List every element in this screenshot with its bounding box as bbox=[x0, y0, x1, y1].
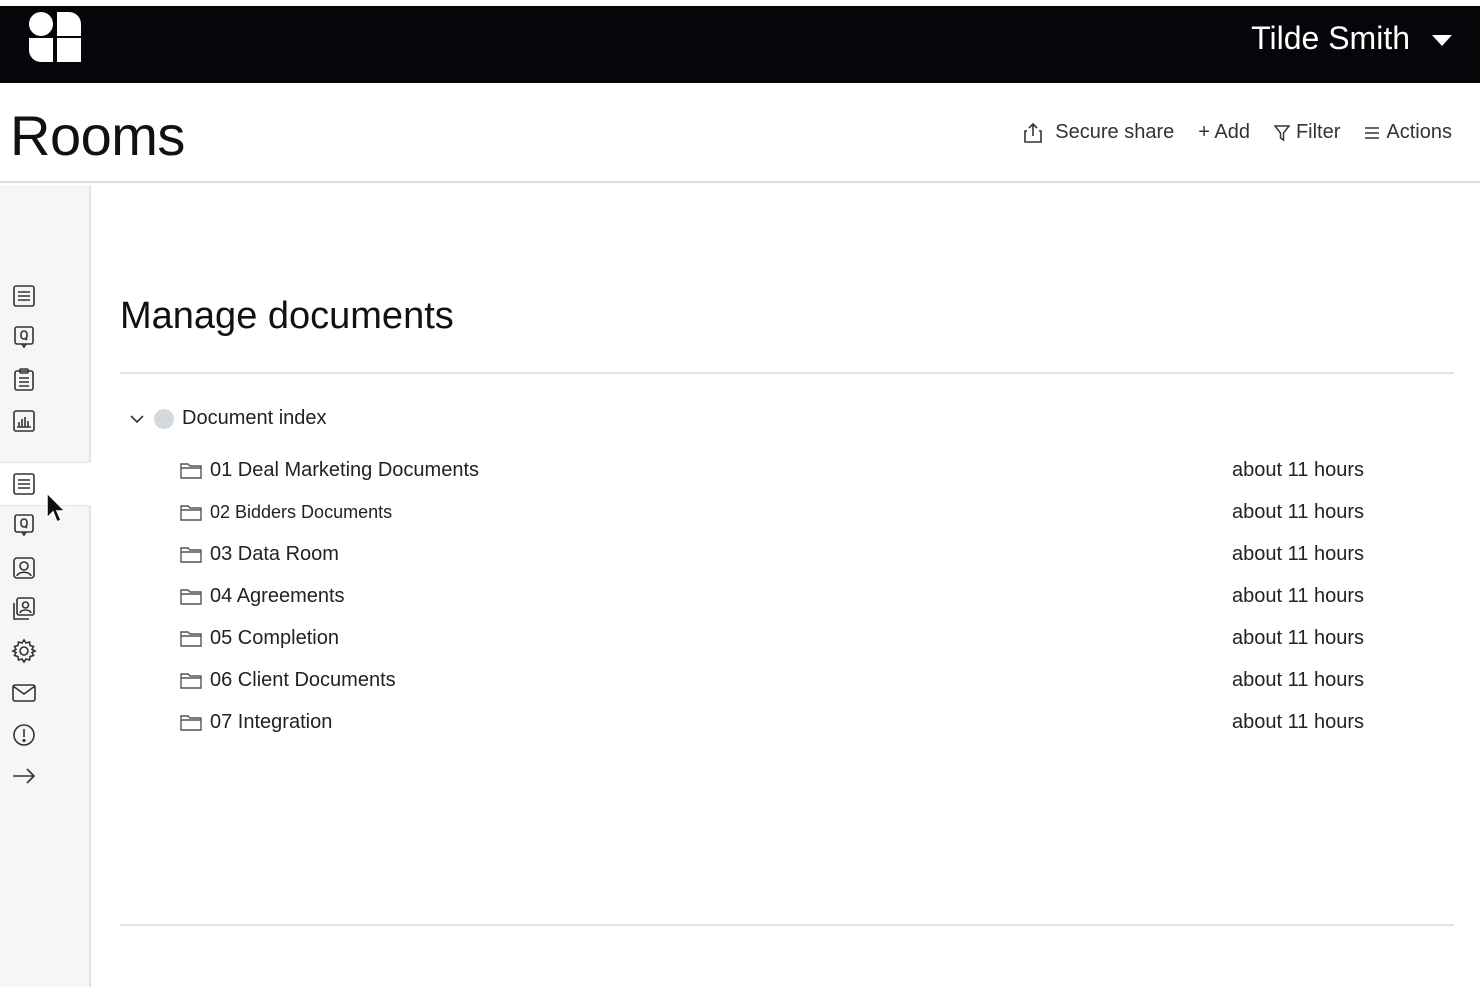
folder-name: 03 Data Room bbox=[210, 542, 339, 565]
folder-row[interactable]: 05 Completion about 11 hours bbox=[180, 620, 1364, 656]
folder-updated: about 11 hours bbox=[1232, 542, 1364, 565]
folder-icon bbox=[180, 505, 202, 521]
folder-icon bbox=[180, 589, 202, 605]
folder-updated: about 11 hours bbox=[1232, 500, 1364, 523]
chart-icon[interactable] bbox=[11, 408, 37, 434]
folder-icon bbox=[180, 673, 202, 689]
add-label: + Add bbox=[1198, 121, 1250, 143]
user-menu[interactable]: Tilde Smith bbox=[1251, 20, 1452, 57]
contacts-icon[interactable] bbox=[11, 596, 37, 622]
folder-row[interactable]: 03 Data Room about 11 hours bbox=[180, 536, 1364, 572]
folder-updated: about 11 hours bbox=[1232, 584, 1364, 607]
folder-row[interactable]: 01 Deal Marketing Documents about 11 hou… bbox=[180, 452, 1364, 488]
secure-share-label: Secure share bbox=[1055, 121, 1175, 143]
divider bbox=[120, 372, 1454, 374]
list-icon[interactable] bbox=[11, 283, 37, 309]
folder-updated: about 11 hours bbox=[1232, 710, 1364, 733]
folder-row[interactable]: 02 Bidders Documents about 11 hours bbox=[180, 494, 1364, 530]
gear-icon[interactable] bbox=[11, 638, 37, 664]
caret-down-icon bbox=[1432, 34, 1452, 46]
section-title: Manage documents bbox=[120, 295, 454, 337]
folder-updated: about 11 hours bbox=[1232, 668, 1364, 691]
folder-updated: about 11 hours bbox=[1232, 626, 1364, 649]
question-icon[interactable] bbox=[11, 324, 37, 350]
chevron-down-icon bbox=[130, 414, 144, 423]
filter-button[interactable]: Filter bbox=[1273, 121, 1341, 144]
menu-lines-icon bbox=[1365, 126, 1380, 139]
main-content: Manage documents Document index 01 Deal … bbox=[120, 185, 1454, 987]
clipboard-icon[interactable] bbox=[11, 367, 37, 393]
sidebar bbox=[0, 185, 91, 987]
actions-button[interactable]: Actions bbox=[1364, 121, 1452, 144]
page-title: Rooms bbox=[10, 104, 185, 167]
contact-icon[interactable] bbox=[11, 555, 37, 581]
brand-logo-icon[interactable] bbox=[26, 8, 84, 66]
document-index-label: Document index bbox=[182, 407, 327, 429]
folder-row[interactable]: 04 Agreements about 11 hours bbox=[180, 578, 1364, 614]
folder-icon bbox=[180, 547, 202, 563]
arrow-right-icon[interactable] bbox=[11, 763, 37, 789]
mail-icon[interactable] bbox=[11, 680, 37, 706]
folder-updated: about 11 hours bbox=[1232, 458, 1364, 481]
mouse-cursor-icon bbox=[46, 491, 67, 524]
question-icon[interactable] bbox=[11, 512, 37, 538]
folder-name: 02 Bidders Documents bbox=[210, 501, 393, 522]
filter-label: Filter bbox=[1295, 121, 1341, 143]
folder-name: 07 Integration bbox=[210, 710, 333, 733]
folder-name: 06 Client Documents bbox=[210, 668, 396, 691]
page-header: Rooms Secure share + Add Filter Actions bbox=[0, 83, 1480, 183]
document-index-toggle[interactable]: Document index bbox=[128, 407, 327, 430]
secure-share-button[interactable]: Secure share bbox=[1023, 121, 1174, 144]
alert-icon[interactable] bbox=[11, 722, 37, 748]
share-icon bbox=[1024, 122, 1043, 143]
folder-row[interactable]: 06 Client Documents about 11 hours bbox=[180, 662, 1364, 698]
folder-icon bbox=[180, 463, 202, 479]
actions-label: Actions bbox=[1386, 121, 1452, 143]
status-dot bbox=[154, 408, 174, 429]
folder-name: 04 Agreements bbox=[210, 584, 345, 607]
folder-icon bbox=[180, 715, 202, 731]
divider bbox=[120, 924, 1454, 926]
folder-icon bbox=[180, 631, 202, 647]
toolbar: Secure share + Add Filter Actions bbox=[1023, 121, 1452, 144]
folder-name: 01 Deal Marketing Documents bbox=[210, 458, 480, 481]
filter-icon bbox=[1273, 124, 1290, 141]
folder-row[interactable]: 07 Integration about 11 hours bbox=[180, 704, 1364, 740]
user-name: Tilde Smith bbox=[1251, 20, 1410, 56]
folder-name: 05 Completion bbox=[210, 626, 339, 649]
add-button[interactable]: + Add bbox=[1198, 121, 1250, 144]
list-icon[interactable] bbox=[11, 471, 37, 497]
top-bar: Tilde Smith bbox=[0, 6, 1480, 83]
